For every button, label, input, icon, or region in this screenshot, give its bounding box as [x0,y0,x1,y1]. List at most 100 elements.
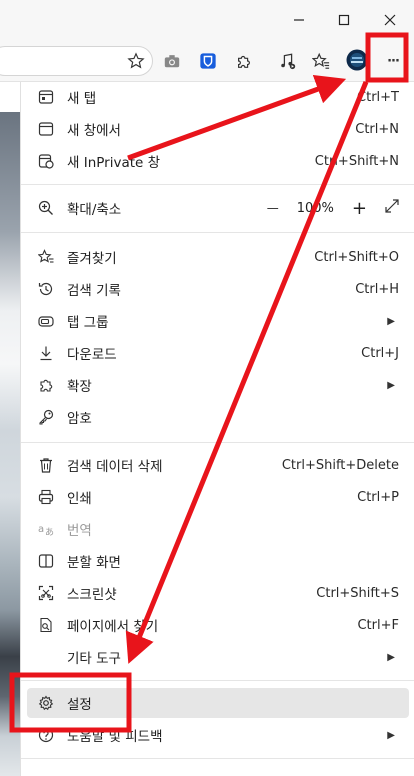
menu-item-split-screen[interactable]: 분할 화면 [27,546,409,576]
menu-item-shortcut: Ctrl+T [357,89,399,105]
submenu-arrow-icon: ▶ [387,315,395,327]
browser-toolbar: ··· [0,40,414,82]
menu-item-label: 페이지에서 찾기 [67,619,159,635]
favorites-icon[interactable] [309,49,333,73]
menu-item-label: 탭 그룹 [67,315,109,331]
menu-item-label: 확장 [67,379,92,395]
minimize-button[interactable] [284,6,314,34]
help-icon [35,724,57,746]
close-icon [384,14,396,26]
trash-icon [35,454,57,476]
menu-item-shortcut: Ctrl+F [357,617,399,633]
menu-item-print[interactable]: 인쇄 Ctrl+P [27,482,409,512]
menu-item-find-in-page[interactable]: 페이지에서 찾기 Ctrl+F [27,610,409,640]
menu-item-new-window[interactable]: 새 창에서 Ctrl+N [27,114,409,144]
gear-icon [35,692,57,714]
submenu-arrow-icon: ▶ [387,651,395,663]
menu-item-shortcut: Ctrl+J [361,345,399,361]
zoom-controls: — 100% + [267,198,399,219]
profile-avatar[interactable] [345,48,369,72]
close-button[interactable] [375,6,405,34]
menu-item-label: 도움말 및 피드백 [67,729,163,745]
extensions-icon[interactable] [232,49,256,73]
screenshot-icon [35,582,57,604]
title-bar [0,0,414,40]
inprivate-icon [35,150,57,172]
menu-item-label: 검색 기록 [67,283,121,299]
find-in-page-icon [35,614,57,636]
zoom-in-button[interactable]: + [352,198,367,219]
media-icon[interactable] [276,49,300,73]
menu-item-label: 스크린샷 [67,587,117,603]
menu-item-extensions[interactable]: 확장 ▶ [27,370,409,400]
minimize-icon [294,19,304,21]
menu-separator [21,442,414,443]
bitwarden-icon[interactable] [196,49,220,73]
maximize-button[interactable] [329,6,359,34]
translate-icon: aあ [35,518,57,540]
zoom-icon [35,197,57,219]
menu-item-label: 인쇄 [67,491,92,507]
split-screen-icon [35,550,57,572]
menu-item-shortcut: Ctrl+Shift+O [314,249,399,265]
svg-text:あ: あ [45,527,54,537]
zoom-value: 100% [296,200,334,216]
menu-item-tab-groups[interactable]: 탭 그룹 ▶ [27,306,409,336]
menu-item-label: 새 탭 [67,91,97,107]
menu-item-shortcut: Ctrl+Shift+N [314,153,399,169]
new-tab-icon [35,86,57,108]
history-icon [35,278,57,300]
menu-item-passwords[interactable]: 암호 [27,402,409,432]
menu-item-shortcut: Ctrl+P [357,489,399,505]
menu-item-label: 새 InPrivate 창 [67,155,161,171]
menu-item-translate: aあ 번역 [27,514,409,544]
printer-icon [35,486,57,508]
camera-icon[interactable] [160,49,184,73]
menu-item-shortcut: Ctrl+H [355,281,399,297]
fullscreen-button[interactable] [385,199,399,217]
browser-menu: 새 탭 Ctrl+T 새 창에서 Ctrl+N 새 InPrivate 창 Ct… [20,82,414,776]
menu-item-label: 새 창에서 [67,123,121,139]
menu-item-history[interactable]: 검색 기록 Ctrl+H [27,274,409,304]
menu-item-shortcut: Ctrl+N [355,121,399,137]
menu-item-new-tab[interactable]: 새 탭 Ctrl+T [27,82,409,112]
more-button[interactable]: ··· [381,49,405,73]
page-background-top [0,82,20,112]
page-background-image [0,112,20,776]
menu-item-favorites[interactable]: 즐겨찾기 Ctrl+Shift+O [27,242,409,272]
menu-item-label: 확대/축소 [67,202,122,218]
more-icon: ··· [387,53,400,69]
menu-item-zoom: 확대/축소 — 100% + [27,193,409,223]
zoom-out-button[interactable]: — [267,201,279,215]
fullscreen-icon [385,199,399,213]
maximize-icon [338,14,350,26]
menu-item-label: 번역 [67,523,92,539]
menu-item-label: 검색 데이터 삭제 [67,459,163,475]
favorites-icon [35,246,57,268]
menu-separator [21,232,414,233]
menu-item-label: 즐겨찾기 [67,251,117,267]
menu-item-more-tools[interactable]: 기타 도구 ▶ [27,642,409,672]
menu-separator [21,680,414,681]
submenu-arrow-icon: ▶ [387,729,395,741]
menu-separator [21,758,414,759]
menu-item-help[interactable]: 도움말 및 피드백 ▶ [27,720,409,750]
menu-item-new-inprivate[interactable]: 새 InPrivate 창 Ctrl+Shift+N [27,146,409,176]
menu-item-clear-data[interactable]: 검색 데이터 삭제 Ctrl+Shift+Delete [27,450,409,480]
menu-item-settings[interactable]: 설정 [27,688,409,718]
menu-item-label: 다운로드 [67,347,117,363]
submenu-arrow-icon: ▶ [387,379,395,391]
menu-item-label: 설정 [67,697,92,713]
menu-item-downloads[interactable]: 다운로드 Ctrl+J [27,338,409,368]
key-icon [35,406,57,428]
star-icon[interactable] [124,49,148,73]
download-icon [35,342,57,364]
menu-item-shortcut: Ctrl+Shift+Delete [281,457,399,473]
menu-separator [21,184,414,185]
menu-item-label: 기타 도구 [67,651,121,667]
new-window-icon [35,118,57,140]
extensions-icon [35,374,57,396]
menu-item-label: 분할 화면 [67,555,121,571]
tab-groups-icon [35,310,57,332]
menu-item-screenshot[interactable]: 스크린샷 Ctrl+Shift+S [27,578,409,608]
